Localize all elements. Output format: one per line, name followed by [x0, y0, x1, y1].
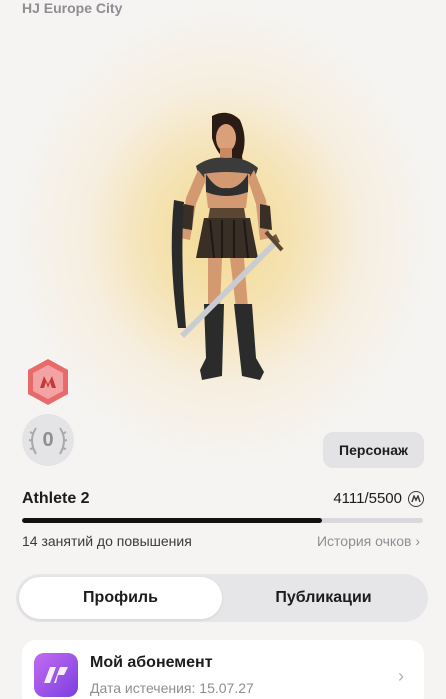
warrior-character-image[interactable]: [150, 108, 290, 393]
points-value: 4111/5500: [333, 490, 402, 507]
points-icon: [408, 490, 424, 507]
club-name: HJ Europe City: [22, 0, 123, 16]
level-name: Athlete 2: [22, 490, 90, 507]
subscription-expiry: Дата истечения: 15.07.27: [90, 680, 254, 696]
persona-button[interactable]: Персонаж: [323, 432, 424, 468]
points-history-link[interactable]: История очков ›: [317, 533, 420, 549]
achievements-count: 0: [42, 428, 54, 451]
subscription-title: Мой абонемент: [90, 654, 213, 671]
chevron-right-icon: ›: [415, 533, 420, 549]
subscription-logo-icon: [34, 653, 78, 697]
tab-publications[interactable]: Публикации: [222, 577, 425, 619]
level-progress-bar: [22, 518, 423, 523]
achievements-badge[interactable]: 0: [22, 414, 74, 466]
chevron-right-icon: ›: [398, 666, 404, 686]
tab-profile[interactable]: Профиль: [19, 577, 222, 619]
points-counter[interactable]: 4111/5500: [333, 490, 424, 507]
sessions-left-text: 14 занятий до повышения: [22, 533, 192, 549]
profile-tabs: Профиль Публикации: [16, 574, 428, 622]
points-history-label: История очков: [316, 533, 412, 549]
subscription-card[interactable]: Мой абонемент Дата истечения: 15.07.27 ›: [22, 640, 424, 699]
level-progress-fill: [22, 518, 322, 523]
rank-hexagon-icon[interactable]: [26, 358, 70, 406]
